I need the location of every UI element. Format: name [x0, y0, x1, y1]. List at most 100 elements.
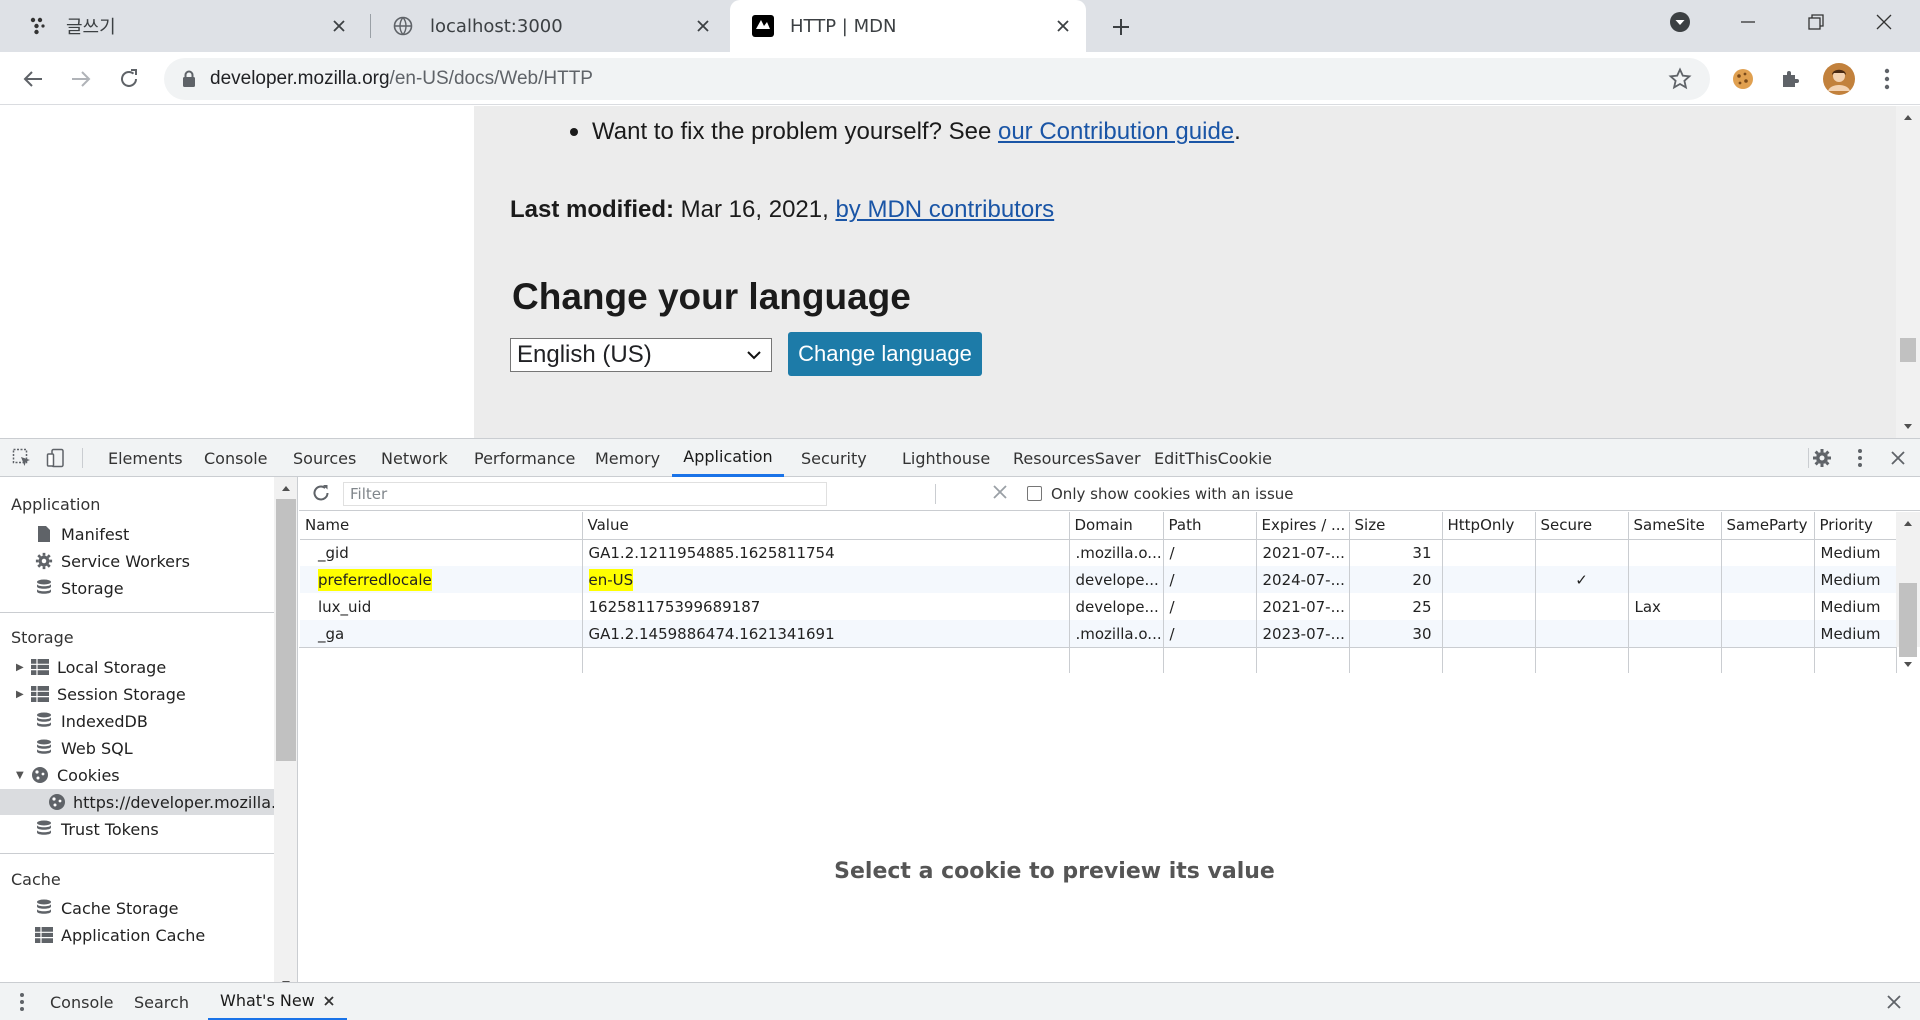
browser-tab-write[interactable]: 글쓰기 [6, 0, 362, 52]
chrome-menu-icon[interactable] [1870, 62, 1904, 96]
column-header-sameparty[interactable]: SameParty [1721, 512, 1815, 540]
column-header-samesite[interactable]: SameSite [1628, 512, 1722, 540]
browser-tab-strip: 글쓰기 localhost:3000 HTTP | MDN [0, 0, 1920, 52]
last-modified-label: Last modified: [510, 196, 675, 223]
bookmark-star-icon[interactable] [1668, 67, 1692, 95]
sidebar-item-label: Service Workers [61, 551, 190, 571]
sidebar-item-indexeddb[interactable]: IndexedDB [0, 708, 274, 734]
minimize-button[interactable] [1714, 0, 1782, 44]
sidebar-item-label: Cache Storage [61, 898, 179, 918]
sidebar-item-web-sql[interactable]: Web SQL [0, 735, 274, 761]
table-row[interactable]: lux_uid 162581175399689187 develope... /… [300, 593, 1897, 620]
sidebar-item-storage[interactable]: Storage [0, 575, 274, 601]
close-devtools-icon[interactable] [1886, 446, 1910, 470]
contribution-guide-link[interactable]: our Contribution guide [998, 118, 1234, 146]
scroll-up-arrow-icon[interactable] [280, 483, 292, 493]
language-select[interactable]: English (US) [510, 338, 772, 372]
scroll-down-arrow-icon[interactable] [1902, 660, 1914, 670]
tab-memory[interactable]: Memory [595, 439, 660, 477]
tab-security[interactable]: Security [801, 439, 867, 477]
column-header-name[interactable]: Name [300, 512, 583, 540]
back-button[interactable] [16, 62, 50, 96]
tab-editthiscookie[interactable]: EditThisCookie [1154, 439, 1272, 477]
sidebar-item-service-workers[interactable]: Service Workers [0, 548, 274, 574]
mdn-contributors-link[interactable]: by MDN contributors [835, 196, 1054, 223]
close-tab-icon[interactable] [1050, 13, 1076, 39]
empty-cell [300, 647, 583, 673]
column-header-secure[interactable]: Secure [1535, 512, 1629, 540]
table-scroll-thumb[interactable] [1899, 583, 1917, 657]
dots-favicon-icon [28, 15, 50, 37]
tab-application[interactable]: Application [672, 439, 784, 477]
sidebar-item-label: IndexedDB [61, 711, 148, 731]
scroll-up-arrow-icon[interactable] [1902, 112, 1914, 122]
drawer-tab-console[interactable]: Console [50, 983, 114, 1020]
sidebar-item-manifest[interactable]: Manifest [0, 521, 274, 547]
extensions-puzzle-icon[interactable] [1774, 62, 1808, 96]
column-header-expires[interactable]: Expires / ... [1256, 512, 1350, 540]
device-toolbar-icon[interactable] [44, 446, 68, 470]
lock-icon[interactable] [182, 70, 196, 88]
close-tab-icon[interactable] [323, 995, 335, 1007]
tab-performance[interactable]: Performance [474, 439, 575, 477]
expand-triangle-icon[interactable]: ▶ [16, 689, 30, 700]
table-row[interactable]: _gid GA1.2.1211954885.1625811754 .mozill… [300, 539, 1897, 566]
sidebar-item-label: Session Storage [57, 684, 186, 704]
drawer-tab-search[interactable]: Search [134, 983, 189, 1020]
devtools-more-icon[interactable] [1848, 446, 1872, 470]
sidebar-item-cache-storage[interactable]: Cache Storage [0, 895, 274, 921]
table-row[interactable]: preferredlocale en-US develope... / 2024… [300, 566, 1897, 593]
profile-avatar[interactable] [1822, 62, 1856, 96]
refresh-icon[interactable] [311, 483, 331, 507]
table-grid-icon [30, 657, 50, 677]
restore-button[interactable] [1782, 0, 1850, 44]
close-tab-icon[interactable] [690, 13, 716, 39]
tab-search-button[interactable] [1646, 0, 1714, 44]
close-tab-icon[interactable] [326, 13, 352, 39]
drawer-tab-whats-new[interactable]: What's New [208, 983, 347, 1020]
forward-button[interactable] [64, 62, 98, 96]
column-header-priority[interactable]: Priority [1814, 512, 1897, 540]
address-bar[interactable]: developer.mozilla.org/en-US/docs/Web/HTT… [164, 58, 1710, 100]
column-header-httponly[interactable]: HttpOnly [1442, 512, 1536, 540]
sidebar-item-cookie-origin[interactable]: https://developer.mozilla.org [0, 789, 274, 815]
tab-network[interactable]: Network [381, 439, 448, 477]
column-header-domain[interactable]: Domain [1069, 512, 1164, 540]
scroll-up-arrow-icon[interactable] [1902, 518, 1914, 528]
tab-sources[interactable]: Sources [293, 439, 356, 477]
sidebar-item-trust-tokens[interactable]: Trust Tokens [0, 816, 274, 842]
column-header-value[interactable]: Value [582, 512, 1070, 540]
column-header-path[interactable]: Path [1163, 512, 1257, 540]
scroll-down-arrow-icon[interactable] [1902, 422, 1914, 432]
sidebar-scroll-thumb[interactable] [276, 499, 296, 761]
table-row[interactable]: _ga GA1.2.1459886474.1621341691 .mozilla… [300, 620, 1897, 647]
browser-tab-localhost[interactable]: localhost:3000 [370, 0, 726, 52]
sidebar-item-local-storage[interactable]: ▶ Local Storage [0, 654, 274, 680]
collapse-triangle-icon[interactable]: ▼ [16, 770, 30, 781]
close-window-button[interactable] [1850, 0, 1918, 44]
cookie-filter-input[interactable]: Filter [343, 482, 827, 506]
clear-all-icon[interactable] [991, 483, 1009, 505]
page-scroll-thumb[interactable] [1900, 338, 1916, 362]
page-scrollbar[interactable] [1896, 106, 1920, 438]
sidebar-item-application-cache[interactable]: Application Cache [0, 922, 274, 948]
column-header-size[interactable]: Size [1349, 512, 1443, 540]
tab-resourcessaver[interactable]: ResourcesSaver [1013, 439, 1141, 477]
tab-lighthouse[interactable]: Lighthouse [902, 439, 990, 477]
expand-triangle-icon[interactable]: ▶ [16, 662, 30, 673]
tab-elements[interactable]: Elements [108, 439, 183, 477]
cookie-extension-icon[interactable] [1726, 62, 1760, 96]
sidebar-item-cookies[interactable]: ▼ Cookies [0, 762, 274, 788]
close-drawer-icon[interactable] [1886, 994, 1902, 1014]
settings-gear-icon[interactable] [1810, 446, 1834, 470]
sidebar-item-session-storage[interactable]: ▶ Session Storage [0, 681, 274, 707]
reload-button[interactable] [112, 62, 146, 96]
drawer-menu-icon[interactable] [10, 990, 34, 1014]
inspect-element-icon[interactable] [10, 446, 34, 470]
web-page-viewport: Want to fix the problem yourself? See ou… [0, 106, 1920, 438]
change-language-button[interactable]: Change language [788, 332, 982, 376]
new-tab-button[interactable] [1106, 12, 1136, 42]
tab-console[interactable]: Console [204, 439, 268, 477]
browser-tab-mdn[interactable]: HTTP | MDN [730, 0, 1086, 52]
only-issues-checkbox[interactable] [1027, 486, 1042, 501]
